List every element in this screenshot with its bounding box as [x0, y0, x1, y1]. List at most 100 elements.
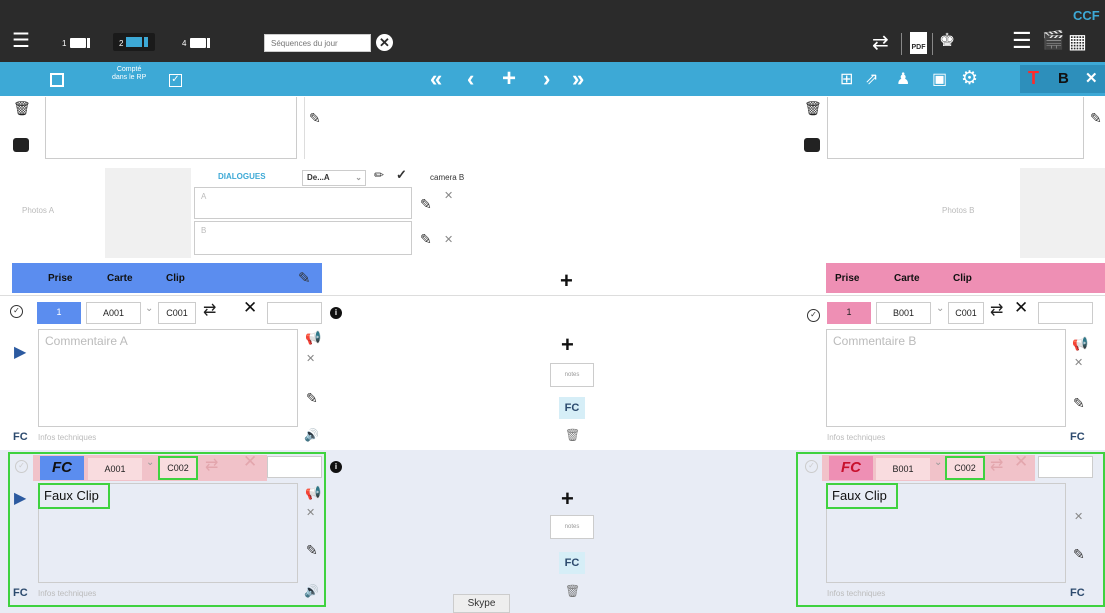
- status-check-icon[interactable]: ✓: [805, 460, 818, 473]
- remove-icon[interactable]: ✕: [306, 352, 315, 365]
- chevron-down-icon[interactable]: ⌄: [934, 457, 942, 468]
- camera-1-button[interactable]: 1: [62, 36, 100, 50]
- add-note-icon[interactable]: +: [561, 486, 574, 512]
- trash-icon[interactable]: 🗑: [565, 584, 580, 598]
- carte-select[interactable]: B001: [876, 458, 930, 480]
- counted-checkbox[interactable]: ✓: [169, 74, 182, 87]
- badge-icon[interactable]: ▣: [932, 69, 947, 89]
- signature-icon[interactable]: ✎: [420, 196, 432, 213]
- carte-select[interactable]: A001: [88, 458, 142, 480]
- next-icon[interactable]: ›: [543, 66, 550, 92]
- info-icon[interactable]: i: [330, 461, 342, 473]
- fc-label[interactable]: FC: [1070, 587, 1085, 599]
- chevron-down-icon[interactable]: ⌄: [146, 457, 154, 468]
- camera-2-button[interactable]: 2: [113, 33, 155, 51]
- swap-icon[interactable]: ⇄: [203, 300, 216, 320]
- infos-techniques[interactable]: Infos techniques: [827, 433, 885, 442]
- swap-icon[interactable]: ⇄: [990, 455, 1003, 475]
- add-take-icon[interactable]: +: [560, 268, 573, 294]
- signature-icon[interactable]: ✎: [1073, 395, 1085, 412]
- calculator-icon[interactable]: ▦: [1068, 29, 1087, 54]
- signature-icon[interactable]: ✎: [306, 390, 318, 407]
- comment-text[interactable]: Faux Clip: [826, 483, 898, 509]
- swap-icon[interactable]: ⇄: [205, 455, 218, 475]
- t-toggle[interactable]: T: [1028, 68, 1039, 89]
- infos-techniques[interactable]: Infos techniques: [38, 433, 96, 442]
- swap-icon[interactable]: ⇄: [990, 300, 1003, 320]
- dialogue-field-a[interactable]: A: [194, 187, 412, 219]
- add-note-icon[interactable]: +: [561, 332, 574, 358]
- b-toggle[interactable]: B: [1058, 70, 1069, 87]
- notes-input[interactable]: notes: [550, 515, 594, 539]
- group-icon[interactable]: ♟: [896, 69, 910, 89]
- extra-select[interactable]: [1038, 456, 1093, 478]
- dialogue-field-b[interactable]: B: [194, 221, 412, 255]
- check-icon[interactable]: ✓: [396, 167, 407, 183]
- close-icon[interactable]: ✕: [1085, 69, 1098, 87]
- play-icon[interactable]: ▶: [14, 488, 26, 508]
- photos-b-box[interactable]: [1020, 168, 1105, 258]
- info-icon[interactable]: i: [330, 307, 342, 319]
- signature-icon[interactable]: ✎: [309, 110, 321, 127]
- notes-field-b[interactable]: [827, 97, 1084, 159]
- prise-number[interactable]: 1: [37, 302, 81, 324]
- status-check-icon[interactable]: ✓: [10, 305, 23, 318]
- clip-field[interactable]: C001: [948, 302, 984, 324]
- delete-icon[interactable]: ✕: [1014, 452, 1028, 472]
- skype-taskbar-tab[interactable]: Skype: [453, 594, 510, 613]
- hamburger-menu-icon[interactable]: ☰: [12, 31, 30, 51]
- delete-icon[interactable]: ✕: [243, 452, 257, 472]
- signature-icon[interactable]: ✎: [1073, 546, 1085, 563]
- remove-icon[interactable]: ✕: [1074, 356, 1083, 369]
- megaphone-icon[interactable]: 📢: [1072, 336, 1088, 352]
- previous-icon[interactable]: ‹: [467, 66, 474, 92]
- select-checkbox[interactable]: [50, 73, 64, 87]
- delete-icon[interactable]: ✕: [243, 298, 257, 318]
- clip-field[interactable]: C002: [945, 456, 985, 480]
- notes-field-a[interactable]: [45, 97, 297, 159]
- carte-select[interactable]: A001: [86, 302, 141, 324]
- signature-icon[interactable]: ✎: [1090, 110, 1102, 127]
- pdf-icon[interactable]: PDF: [910, 32, 927, 54]
- notes-input[interactable]: notes: [550, 363, 594, 387]
- last-icon[interactable]: »: [572, 66, 584, 92]
- comment-text[interactable]: Faux Clip: [38, 483, 110, 509]
- photo-icon[interactable]: [13, 138, 29, 152]
- megaphone-icon[interactable]: 📢: [305, 330, 321, 346]
- comment-field[interactable]: Commentaire B: [826, 329, 1066, 427]
- prise-fc[interactable]: FC: [829, 456, 873, 480]
- extra-select[interactable]: [267, 302, 322, 324]
- megaphone-icon[interactable]: 📢: [305, 485, 321, 501]
- fc-label[interactable]: FC: [13, 587, 28, 599]
- clip-field[interactable]: C001: [158, 302, 196, 324]
- trash-icon[interactable]: 🗑: [804, 100, 822, 117]
- pencil-icon[interactable]: ✏: [374, 168, 384, 182]
- extra-select[interactable]: [267, 456, 322, 478]
- status-check-icon[interactable]: ✓: [15, 460, 28, 473]
- gear-icon[interactable]: ⚙: [961, 67, 978, 90]
- export-icon[interactable]: ⇗: [865, 69, 878, 89]
- remove-icon[interactable]: ✕: [1074, 510, 1083, 523]
- clear-search-icon[interactable]: ✕: [376, 34, 393, 51]
- remove-icon[interactable]: ✕: [444, 233, 453, 246]
- remove-icon[interactable]: ✕: [306, 506, 315, 519]
- extra-select[interactable]: [1038, 302, 1093, 324]
- speaker-icon[interactable]: 🔊: [304, 584, 319, 598]
- chevron-down-icon[interactable]: ⌄: [936, 303, 944, 314]
- infos-techniques[interactable]: Infos techniques: [38, 589, 96, 598]
- speaker-icon[interactable]: 🔊: [304, 428, 319, 442]
- fc-label[interactable]: FC: [1070, 431, 1085, 443]
- status-check-icon[interactable]: ✓: [807, 309, 820, 322]
- photos-a-box[interactable]: [105, 168, 191, 258]
- gift-icon[interactable]: ⊞: [840, 69, 853, 89]
- user-settings-icon[interactable]: ♚: [939, 30, 955, 51]
- fc-label[interactable]: FC: [13, 431, 28, 443]
- prise-number[interactable]: 1: [827, 302, 871, 324]
- prise-fc[interactable]: FC: [40, 456, 84, 480]
- infos-techniques[interactable]: Infos techniques: [827, 589, 885, 598]
- signature-icon[interactable]: ✎: [420, 231, 432, 248]
- signature-icon[interactable]: ✎: [306, 542, 318, 559]
- carte-select[interactable]: B001: [876, 302, 931, 324]
- trash-icon[interactable]: 🗑: [565, 428, 580, 442]
- edit-icon[interactable]: ✎: [298, 269, 311, 287]
